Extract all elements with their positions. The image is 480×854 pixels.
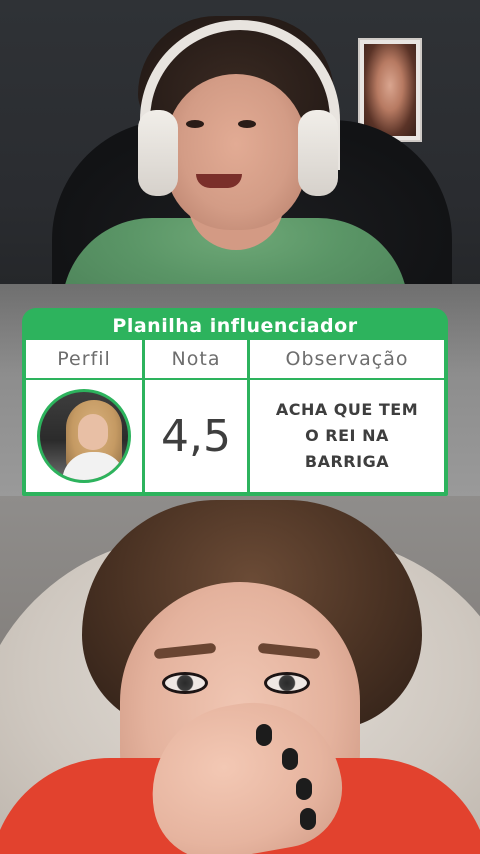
influencer-spreadsheet: Planilha influenciador Perfil Nota Obser… <box>22 308 448 496</box>
observacao-line: O REI NA <box>305 426 389 445</box>
nail <box>300 808 316 830</box>
video-frame: Planilha influenciador Perfil Nota Obser… <box>0 0 480 854</box>
nail <box>296 778 312 800</box>
profile-photo-icon <box>37 389 131 483</box>
column-header-perfil: Perfil <box>26 340 142 378</box>
perfil-cell <box>26 380 142 492</box>
headphone-ear-left <box>138 110 178 196</box>
reaction-eye-left <box>162 672 208 694</box>
sheet-title: Planilha influenciador <box>112 315 358 337</box>
observacao-line: BARRIGA <box>304 452 390 471</box>
nail <box>256 724 272 746</box>
column-header-nota: Nota <box>145 340 247 378</box>
streamer-video <box>0 0 480 284</box>
reaction-eye-right <box>264 672 310 694</box>
observacao-line: ACHA QUE TEM <box>275 400 419 419</box>
column-header-observacao: Observação <box>250 340 444 378</box>
headphone-ear-right <box>298 110 338 196</box>
streamer-mouth <box>196 174 242 188</box>
nota-value: 4,5 <box>145 380 247 492</box>
observacao-cell: ACHA QUE TEM O REI NA BARRIGA <box>250 380 444 492</box>
sheet-table: Perfil Nota Observação 4,5 ACHA QUE TEM … <box>26 340 444 492</box>
nail <box>282 748 298 770</box>
reaction-video <box>0 496 480 854</box>
